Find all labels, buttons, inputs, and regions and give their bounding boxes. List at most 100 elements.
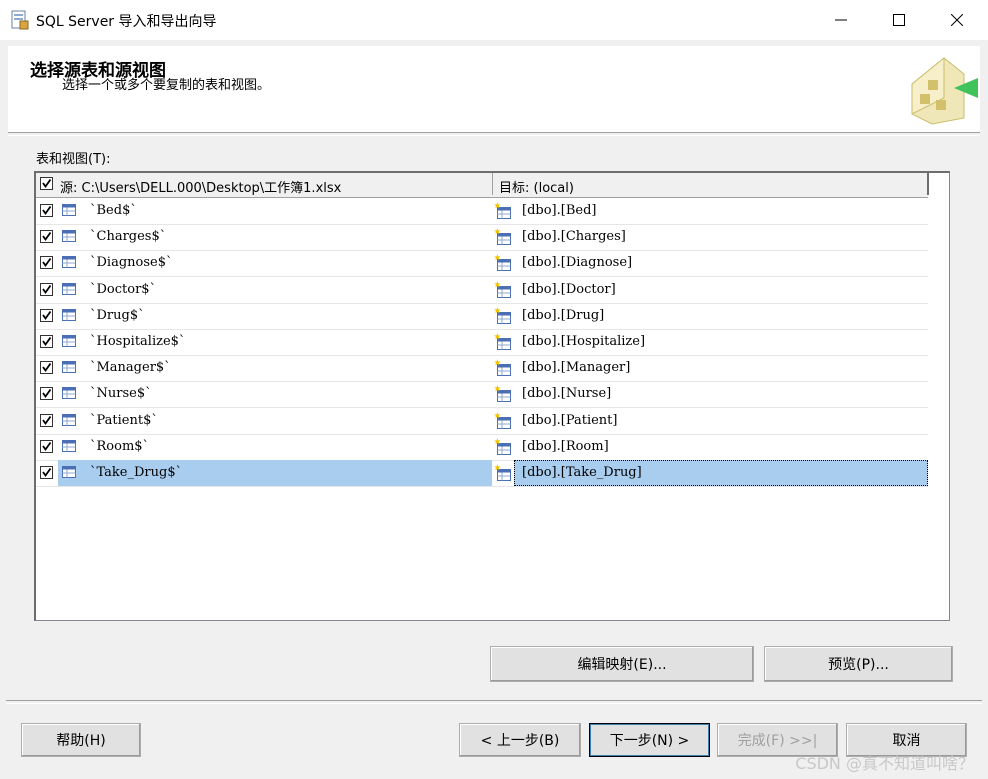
table-icon xyxy=(62,361,76,374)
source-cell[interactable]: `Manager$` xyxy=(58,355,492,381)
source-cell[interactable]: `Drug$` xyxy=(58,303,492,329)
next-button[interactable]: 下一步(N) > xyxy=(589,723,710,757)
row-checkbox[interactable] xyxy=(40,256,53,270)
table-icon xyxy=(62,204,76,216)
grid-header: 源: C:\Users\DELL.000\Desktop\工作簿1.xlsx 目… xyxy=(36,173,929,198)
target-name: [dbo].[Diagnose] xyxy=(522,255,633,271)
edit-mappings-button[interactable]: 编辑映射(E)... xyxy=(490,646,754,682)
back-button[interactable]: < 上一步(B) xyxy=(459,723,581,757)
target-name: [dbo].[Manager] xyxy=(522,360,631,376)
source-cell[interactable]: `Nurse$` xyxy=(58,381,492,407)
target-cell[interactable]: [dbo].[Hospitalize] xyxy=(514,329,928,355)
source-name: `Hospitalize$` xyxy=(90,334,186,349)
source-cell[interactable]: `Charges$` xyxy=(58,224,492,250)
new-table-icon xyxy=(494,254,511,272)
row-checkbox[interactable] xyxy=(40,413,53,427)
checkmark-icon xyxy=(42,178,52,189)
target-cell[interactable]: [dbo].[Diagnose] xyxy=(514,250,928,276)
target-header-label: 目标: (local) xyxy=(499,181,574,196)
target-cell[interactable]: [dbo].[Nurse] xyxy=(514,381,928,407)
new-table-icon xyxy=(494,333,511,350)
table-row[interactable]: `Room$` [dbo].[Room] xyxy=(36,434,928,461)
source-name: `Take_Drug$` xyxy=(90,465,183,480)
table-row[interactable]: `Patient$` [dbo].[Patient] xyxy=(36,408,928,435)
source-name: `Patient$` xyxy=(90,412,158,428)
source-name: `Bed$` xyxy=(90,203,137,218)
target-cell[interactable]: [dbo].[Room] xyxy=(514,434,928,460)
table-icon xyxy=(62,439,76,452)
target-cell[interactable]: [dbo].[Manager] xyxy=(514,355,928,381)
row-checkbox[interactable] xyxy=(40,335,53,348)
table-icon xyxy=(62,256,76,269)
source-cell[interactable]: `Diagnose$` xyxy=(58,250,492,276)
target-cell[interactable]: [dbo].[Bed] xyxy=(514,198,928,224)
source-name: `Doctor$` xyxy=(90,281,157,297)
maximize-button[interactable] xyxy=(870,0,928,40)
target-cell[interactable]: [dbo].[Drug] xyxy=(514,303,928,329)
close-icon xyxy=(951,14,963,26)
table-row[interactable]: `Doctor$` [dbo].[Doctor] xyxy=(36,277,928,304)
source-cell[interactable]: `Patient$` xyxy=(58,408,492,434)
help-button[interactable]: 帮助(H) xyxy=(21,723,141,757)
minimize-icon xyxy=(835,19,847,21)
target-cell[interactable]: [dbo].[Doctor] xyxy=(514,277,928,303)
table-row[interactable]: `Drug$` [dbo].[Drug] xyxy=(36,303,928,330)
table-icon xyxy=(62,466,76,478)
table-icon xyxy=(62,335,76,347)
tables-grid[interactable]: 源: C:\Users\DELL.000\Desktop\工作簿1.xlsx 目… xyxy=(34,171,950,621)
table-row[interactable]: `Hospitalize$` [dbo].[Hospitalize] xyxy=(36,329,928,356)
target-name: [dbo].[Room] xyxy=(522,438,609,454)
table-row[interactable]: `Diagnose$` [dbo].[Diagnose] xyxy=(36,250,928,278)
target-column-header[interactable]: 目标: (local) xyxy=(493,173,929,196)
checkmark-icon xyxy=(42,258,52,268)
header-separator xyxy=(8,132,980,136)
checkmark-icon xyxy=(42,467,52,478)
row-checkbox[interactable] xyxy=(40,230,53,244)
checkmark-icon xyxy=(42,441,52,451)
source-cell[interactable]: `Doctor$` xyxy=(58,277,492,303)
source-cell[interactable]: `Room$` xyxy=(58,434,492,460)
new-table-icon xyxy=(494,228,511,246)
target-cell[interactable]: [dbo].[Charges] xyxy=(514,224,928,250)
target-cell[interactable]: [dbo].[Take_Drug] xyxy=(514,460,928,486)
row-checkbox[interactable] xyxy=(40,204,53,217)
table-row[interactable]: `Nurse$` [dbo].[Nurse] xyxy=(36,381,928,409)
tables-views-label: 表和视图(T): xyxy=(36,152,111,167)
row-checkbox[interactable] xyxy=(40,466,53,479)
table-icon xyxy=(62,308,76,321)
table-row[interactable]: `Charges$` [dbo].[Charges] xyxy=(36,224,928,252)
source-name: `Drug$` xyxy=(90,307,145,323)
source-cell[interactable]: `Bed$` xyxy=(58,198,492,224)
preview-button[interactable]: 预览(P)... xyxy=(764,646,953,682)
target-name: [dbo].[Nurse] xyxy=(522,386,612,402)
target-name: [dbo].[Charges] xyxy=(522,229,626,245)
source-cell[interactable]: `Take_Drug$` xyxy=(58,460,492,486)
minimize-button[interactable] xyxy=(812,0,870,40)
row-checkbox[interactable] xyxy=(40,308,53,322)
table-row[interactable]: `Bed$` [dbo].[Bed] xyxy=(36,198,928,225)
row-checkbox[interactable] xyxy=(40,439,53,453)
target-name: [dbo].[Bed] xyxy=(522,203,597,218)
row-checkbox[interactable] xyxy=(40,282,53,296)
row-checkbox[interactable] xyxy=(40,361,53,375)
source-column-header[interactable]: 源: C:\Users\DELL.000\Desktop\工作簿1.xlsx xyxy=(36,173,493,196)
window-title: SQL Server 导入和导出向导 xyxy=(36,14,217,30)
new-table-icon xyxy=(494,306,511,324)
select-all-checkbox[interactable] xyxy=(40,177,53,190)
target-name: [dbo].[Patient] xyxy=(522,412,618,428)
page-subtitle: 选择一个或多个要复制的表和视图。 xyxy=(62,78,271,93)
table-row[interactable]: `Take_Drug$` [dbo].[Take_Drug] xyxy=(36,460,928,487)
source-cell[interactable]: `Hospitalize$` xyxy=(58,329,492,355)
target-cell[interactable]: [dbo].[Patient] xyxy=(514,408,928,434)
source-name: `Nurse$` xyxy=(90,386,152,402)
new-table-icon xyxy=(494,359,511,377)
table-row[interactable]: `Manager$` [dbo].[Manager] xyxy=(36,355,928,383)
title-bar: SQL Server 导入和导出向导 xyxy=(0,0,988,40)
target-name: [dbo].[Hospitalize] xyxy=(522,334,646,349)
new-table-icon xyxy=(494,464,511,481)
close-button[interactable] xyxy=(928,0,986,40)
row-checkbox[interactable] xyxy=(40,387,53,401)
checkmark-icon xyxy=(42,336,52,347)
maximize-icon xyxy=(893,14,905,26)
app-icon xyxy=(11,10,29,30)
